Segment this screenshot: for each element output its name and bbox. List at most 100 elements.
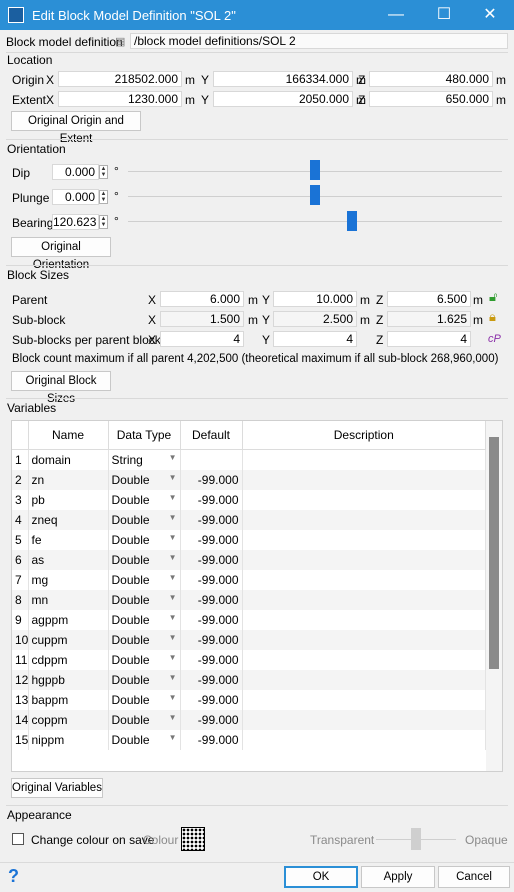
description-cell[interactable] (242, 550, 486, 570)
table-row[interactable]: 2 zn Double ▼ -99.000 (12, 470, 486, 490)
table-row[interactable]: 8 mn Double ▼ -99.000 (12, 590, 486, 610)
default-value-cell[interactable]: -99.000 (180, 590, 243, 610)
variable-name-cell[interactable]: as (28, 550, 109, 570)
description-cell[interactable] (242, 570, 486, 590)
variable-name-cell[interactable]: fe (28, 530, 109, 550)
unlock-icon[interactable]: 🔓︎ (489, 289, 497, 305)
bearing-spinner[interactable]: ▲ ▼ (99, 215, 108, 229)
per-parent-x-input[interactable]: 4 (160, 331, 244, 347)
scrollbar-thumb[interactable] (489, 437, 499, 669)
column-header[interactable]: Default (180, 421, 243, 450)
description-cell[interactable] (242, 690, 486, 710)
table-row[interactable]: 4 zneq Double ▼ -99.000 (12, 510, 486, 530)
default-value-cell[interactable]: -99.000 (180, 650, 243, 670)
table-row[interactable]: 11 cdppm Double ▼ -99.000 (12, 650, 486, 670)
variable-name-cell[interactable]: cdppm (28, 650, 109, 670)
default-value-cell[interactable]: -99.000 (180, 550, 243, 570)
default-value-cell[interactable]: -99.000 (180, 510, 243, 530)
original-variables-button[interactable]: Original Variables (11, 778, 103, 798)
variable-name-cell[interactable]: pb (28, 490, 109, 510)
data-type-cell[interactable]: Double ▼ (108, 650, 181, 670)
table-row[interactable]: 13 bappm Double ▼ -99.000 (12, 690, 486, 710)
data-type-cell[interactable]: Double ▼ (108, 470, 181, 490)
data-type-cell[interactable]: Double ▼ (108, 490, 181, 510)
default-value-cell[interactable]: -99.000 (180, 530, 243, 550)
table-row[interactable]: 15 nippm Double ▼ -99.000 (12, 730, 486, 750)
dip-input[interactable]: 0.000 (52, 164, 99, 180)
table-row[interactable]: 14 coppm Double ▼ -99.000 (12, 710, 486, 730)
description-cell[interactable] (242, 610, 486, 630)
plunge-input[interactable]: 0.000 (52, 189, 99, 205)
dropdown-arrow-icon[interactable]: ▼ (169, 653, 177, 662)
colour-swatch[interactable] (181, 827, 205, 851)
table-row[interactable]: 1 domain String ▼ (12, 449, 486, 470)
description-cell[interactable] (242, 630, 486, 650)
lock-icon[interactable]: 🔒︎ (489, 309, 496, 325)
description-cell[interactable] (242, 650, 486, 670)
data-type-cell[interactable]: Double ▼ (108, 690, 181, 710)
variable-name-cell[interactable]: zneq (28, 510, 109, 530)
variable-name-cell[interactable]: coppm (28, 710, 109, 730)
variable-name-cell[interactable]: cuppm (28, 630, 109, 650)
dropdown-arrow-icon[interactable]: ▼ (169, 593, 177, 602)
default-value-cell[interactable]: -99.000 (180, 630, 243, 650)
table-row[interactable]: 12 hgppb Double ▼ -99.000 (12, 670, 486, 690)
data-type-cell[interactable]: Double ▼ (108, 550, 181, 570)
variable-name-cell[interactable]: zn (28, 470, 109, 490)
default-value-cell[interactable]: -99.000 (180, 470, 243, 490)
close-button[interactable]: ✕ (480, 5, 500, 25)
description-cell[interactable] (242, 530, 486, 550)
help-icon[interactable]: ? (8, 866, 19, 887)
data-type-cell[interactable]: Double ▼ (108, 670, 181, 690)
plunge-slider-handle[interactable] (310, 185, 320, 205)
origin-z-input[interactable]: 480.000 (369, 71, 493, 87)
original-origin-extent-button[interactable]: Original Origin and Extent (11, 111, 141, 145)
original-orientation-button[interactable]: Original Orientation (11, 237, 111, 271)
variable-name-cell[interactable]: mn (28, 590, 109, 610)
column-header[interactable]: Name (28, 421, 109, 450)
dropdown-arrow-icon[interactable]: ▼ (169, 533, 177, 542)
data-type-cell[interactable]: Double ▼ (108, 610, 181, 630)
default-value-cell[interactable]: -99.000 (180, 490, 243, 510)
variable-name-cell[interactable]: agppm (28, 610, 109, 630)
description-cell[interactable] (242, 510, 486, 530)
dropdown-arrow-icon[interactable]: ▼ (169, 493, 177, 502)
change-colour-checkbox[interactable] (12, 833, 24, 845)
dropdown-arrow-icon[interactable]: ▼ (169, 733, 177, 742)
original-block-sizes-button[interactable]: Original Block Sizes (11, 371, 111, 405)
dip-slider-handle[interactable] (310, 160, 320, 180)
transparency-slider-handle[interactable] (411, 828, 421, 850)
table-row[interactable]: 6 as Double ▼ -99.000 (12, 550, 486, 570)
parent-x-input[interactable]: 6.000 (160, 291, 244, 307)
variables-scrollbar[interactable] (486, 421, 502, 771)
default-value-cell[interactable]: -99.000 (180, 710, 243, 730)
apply-button[interactable]: Apply (361, 866, 435, 888)
bearing-slider-handle[interactable] (347, 211, 358, 231)
per-parent-z-input[interactable]: 4 (387, 331, 471, 347)
description-cell[interactable] (242, 730, 486, 750)
description-cell[interactable] (242, 710, 486, 730)
description-cell[interactable] (242, 590, 486, 610)
data-type-cell[interactable]: Double ▼ (108, 510, 181, 530)
data-type-cell[interactable]: Double ▼ (108, 710, 181, 730)
cancel-button[interactable]: Cancel (438, 866, 510, 888)
column-header[interactable]: Description (242, 421, 486, 450)
default-value-cell[interactable]: -99.000 (180, 730, 243, 750)
dropdown-arrow-icon[interactable]: ▼ (169, 513, 177, 522)
dropdown-arrow-icon[interactable]: ▼ (169, 673, 177, 682)
bearing-input[interactable]: 120.623 (52, 214, 99, 230)
data-type-cell[interactable]: Double ▼ (108, 730, 181, 750)
dropdown-arrow-icon[interactable]: ▼ (169, 633, 177, 642)
default-value-cell[interactable] (180, 449, 243, 470)
parent-y-input[interactable]: 10.000 (273, 291, 357, 307)
minimize-button[interactable]: — (386, 5, 406, 25)
variable-name-cell[interactable]: domain (28, 449, 109, 470)
default-value-cell[interactable]: -99.000 (180, 570, 243, 590)
dropdown-arrow-icon[interactable]: ▼ (169, 453, 177, 462)
ok-button[interactable]: OK (284, 866, 358, 888)
origin-y-input[interactable]: 166334.000 (213, 71, 353, 87)
dropdown-arrow-icon[interactable]: ▼ (169, 713, 177, 722)
data-type-cell[interactable]: Double ▼ (108, 630, 181, 650)
parent-z-input[interactable]: 6.500 (387, 291, 471, 307)
maximize-button[interactable]: ☐ (434, 5, 454, 25)
